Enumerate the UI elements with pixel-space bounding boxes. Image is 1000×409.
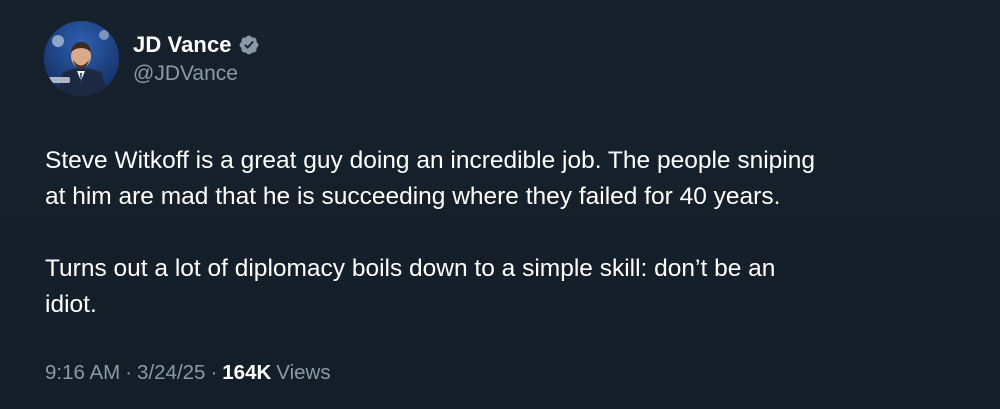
author-name-row: JD Vance [133,30,260,60]
tweet-text: Steve Witkoff is a great guy doing an in… [45,143,945,323]
tweet-card: JD Vance @JDVance Steve Witkoff is a gre… [0,0,1000,409]
author-handle[interactable]: @JDVance [133,62,238,86]
verified-badge-icon [238,34,260,56]
tweet-time[interactable]: 9:16 AM [45,361,120,385]
tweet-paragraph-2: Turns out a lot of diplomacy boils down … [45,255,776,318]
meta-separator: · [125,361,133,384]
views-count: 164K [222,361,272,384]
meta-separator: · [210,361,218,384]
avatar[interactable] [44,21,119,96]
author-display-name[interactable]: JD Vance [133,32,232,58]
tweet-date[interactable]: 3/24/25 [137,361,205,385]
tweet-paragraph-1: Steve Witkoff is a great guy doing an in… [45,147,815,210]
views-label: Views [276,361,331,384]
avatar-image [44,21,119,96]
tweet-meta: 9:16 AM · 3/24/25 · 164K Views [45,361,331,385]
